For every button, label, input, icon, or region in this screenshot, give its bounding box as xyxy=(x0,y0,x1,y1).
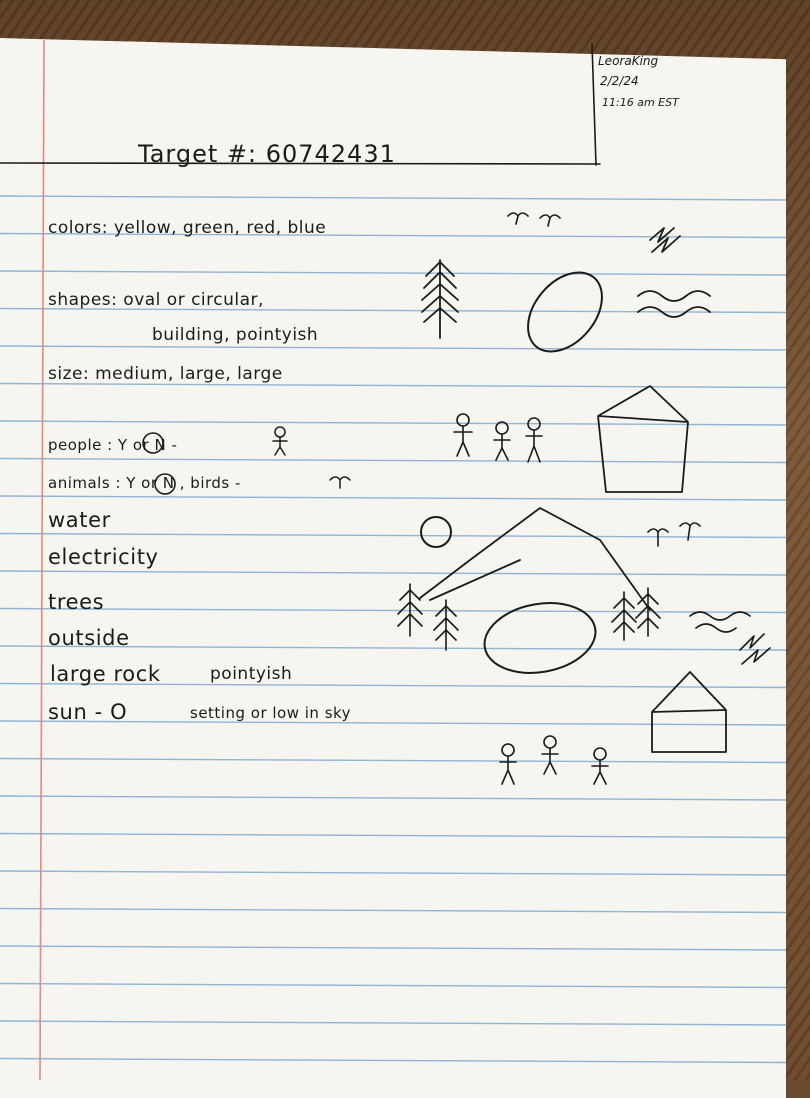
people-group-middle xyxy=(453,413,543,463)
tree-sketch-top xyxy=(421,259,459,339)
house-sketch-bottom xyxy=(651,671,727,753)
birds-top xyxy=(507,212,561,227)
water-waves-right xyxy=(689,611,751,633)
house-sketch-top xyxy=(597,385,689,493)
mountain-sketch xyxy=(419,507,651,611)
inline-bird xyxy=(329,476,351,489)
circled-yes-animals xyxy=(154,473,176,495)
oval-shape-top xyxy=(527,271,603,353)
circled-yes-people xyxy=(142,432,164,454)
lake-oval-sketch xyxy=(483,602,597,674)
trees-right-sketch xyxy=(611,587,661,641)
sketches xyxy=(0,43,771,785)
inline-stick-figure xyxy=(272,426,288,456)
birds-right xyxy=(647,522,701,547)
electricity-mark-top xyxy=(649,227,681,253)
header-box-divider xyxy=(0,43,601,166)
people-group-bottom xyxy=(499,735,609,785)
electricity-mark-right xyxy=(739,633,771,665)
trees-left-sketch xyxy=(397,583,459,651)
sun-sketch xyxy=(420,516,452,548)
water-waves-top xyxy=(637,290,711,318)
